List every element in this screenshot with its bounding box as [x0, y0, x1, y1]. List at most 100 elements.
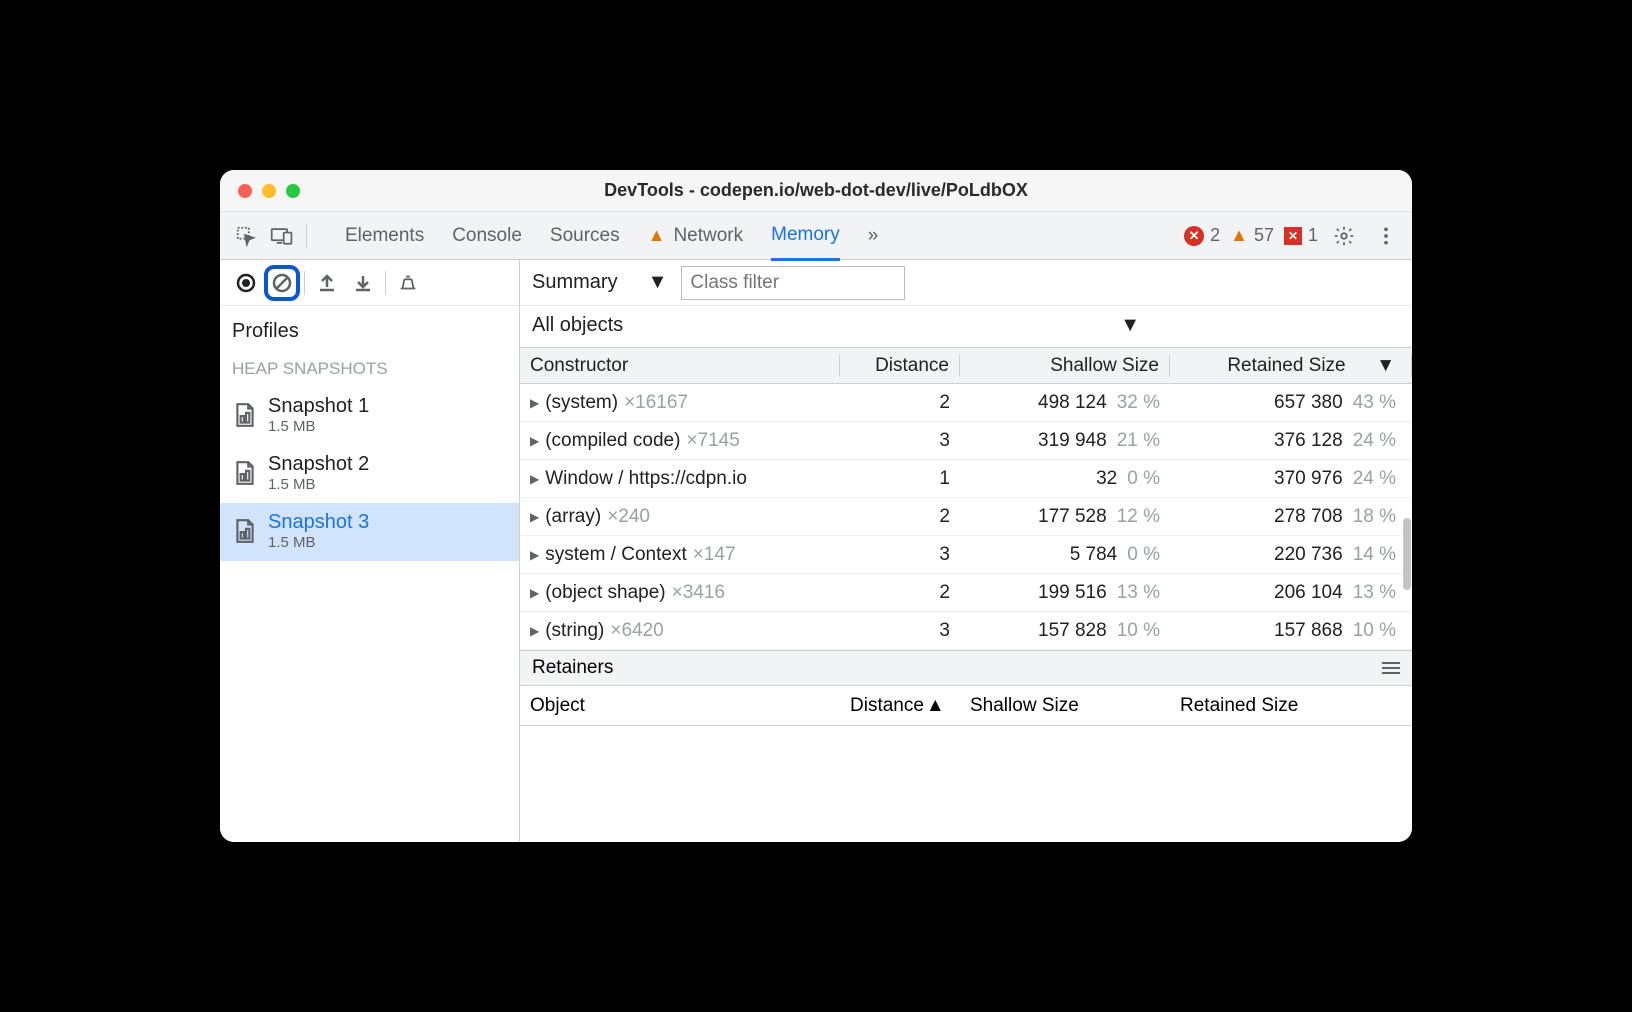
- col-object[interactable]: Object: [520, 695, 840, 717]
- view-mode-dropdown[interactable]: Summary ▼: [532, 271, 667, 294]
- maximize-window-button[interactable]: [286, 184, 300, 198]
- expand-icon[interactable]: ▶: [530, 510, 539, 524]
- table-row[interactable]: ▶ (system) ×161672498 12432 %657 38043 %: [520, 384, 1412, 422]
- view-mode-label: Summary: [532, 271, 618, 294]
- shallow-percent: 10 %: [1117, 620, 1160, 642]
- upload-profile-button[interactable]: [309, 265, 345, 301]
- shallow-percent: 12 %: [1117, 506, 1160, 528]
- tab-network[interactable]: ▲ Network: [648, 213, 744, 259]
- shallow-value: 199 516: [1038, 582, 1107, 604]
- distance-value: 2: [840, 392, 960, 414]
- class-filter-input[interactable]: [681, 266, 905, 300]
- expand-icon[interactable]: ▶: [530, 586, 539, 600]
- distance-value: 1: [840, 468, 960, 490]
- error-count-badge[interactable]: ✕ 2: [1184, 225, 1220, 246]
- table-row[interactable]: ▶ (compiled code) ×71453319 94821 %376 1…: [520, 422, 1412, 460]
- warning-count: 57: [1254, 225, 1274, 246]
- snapshot-size: 1.5 MB: [268, 418, 369, 435]
- tab-console[interactable]: Console: [452, 213, 522, 259]
- device-toolbar-icon[interactable]: [266, 220, 298, 252]
- constructor-count: ×6420: [610, 620, 663, 642]
- retained-percent: 10 %: [1353, 620, 1396, 642]
- constructor-name: (object shape): [545, 582, 665, 604]
- shallow-value: 498 124: [1038, 392, 1107, 414]
- scrollbar-thumb[interactable]: [1403, 518, 1411, 590]
- expand-icon[interactable]: ▶: [530, 548, 539, 562]
- shallow-percent: 21 %: [1117, 430, 1160, 452]
- chevron-down-icon: ▼: [648, 271, 668, 294]
- file-icon: [234, 518, 256, 544]
- table-row[interactable]: ▶ (string) ×64203157 82810 %157 86810 %: [520, 612, 1412, 650]
- more-menu-icon[interactable]: [1370, 220, 1402, 252]
- snapshot-item[interactable]: Snapshot 1 1.5 MB: [220, 387, 519, 445]
- hamburger-icon[interactable]: [1382, 661, 1400, 675]
- retained-value: 370 976: [1274, 468, 1343, 490]
- close-window-button[interactable]: [238, 184, 252, 198]
- retained-value: 220 736: [1274, 544, 1343, 566]
- tab-elements[interactable]: Elements: [345, 213, 424, 259]
- retained-value: 657 380: [1274, 392, 1343, 414]
- issues-count-badge[interactable]: ✕ 1: [1284, 225, 1318, 246]
- error-count: 2: [1210, 225, 1220, 246]
- retained-percent: 13 %: [1353, 582, 1396, 604]
- tabbar-right: ✕ 2 ▲ 57 ✕ 1: [1184, 220, 1402, 252]
- constructor-name: (string): [545, 620, 604, 642]
- table-row[interactable]: ▶ (array) ×2402177 52812 %278 70818 %: [520, 498, 1412, 536]
- inspect-element-icon[interactable]: [230, 220, 262, 252]
- expand-icon[interactable]: ▶: [530, 434, 539, 448]
- tab-sources[interactable]: Sources: [550, 213, 620, 259]
- retained-percent: 43 %: [1353, 392, 1396, 414]
- col-retained[interactable]: Retained Size ▼: [1170, 355, 1412, 377]
- retainers-table-header: Object Distance▲ Shallow Size Retained S…: [520, 686, 1412, 726]
- retainers-body: [520, 726, 1412, 842]
- expand-icon[interactable]: ▶: [530, 472, 539, 486]
- snapshot-item[interactable]: Snapshot 2 1.5 MB: [220, 445, 519, 503]
- col-distance[interactable]: Distance: [840, 355, 960, 377]
- constructor-count: ×7145: [686, 430, 739, 452]
- shallow-value: 319 948: [1038, 430, 1107, 452]
- expand-icon[interactable]: ▶: [530, 624, 539, 638]
- col-constructor[interactable]: Constructor: [520, 355, 840, 377]
- titlebar: DevTools - codepen.io/web-dot-dev/live/P…: [220, 170, 1412, 212]
- body: Profiles HEAP SNAPSHOTS Snapshot 1 1.5 M…: [220, 260, 1412, 842]
- tab-memory[interactable]: Memory: [771, 212, 840, 261]
- devtools-tabbar: Elements Console Sources ▲ Network Memor…: [220, 212, 1412, 260]
- shallow-percent: 0 %: [1127, 544, 1160, 566]
- profiles-header: Profiles: [220, 306, 519, 353]
- retained-percent: 24 %: [1353, 430, 1396, 452]
- profiles-toolbar: [220, 260, 519, 306]
- scope-dropdown[interactable]: All objects ▼: [520, 306, 1412, 347]
- col-retained[interactable]: Retained Size: [1170, 695, 1412, 717]
- retained-percent: 14 %: [1353, 544, 1396, 566]
- table-row[interactable]: ▶ Window / https://cdpn.io 1320 %370 976…: [520, 460, 1412, 498]
- col-shallow[interactable]: Shallow Size: [960, 695, 1170, 717]
- file-icon: [234, 402, 256, 428]
- constructor-name: (compiled code): [545, 430, 680, 452]
- warning-count-badge[interactable]: ▲ 57: [1230, 225, 1274, 246]
- record-button[interactable]: [228, 265, 264, 301]
- download-profile-button[interactable]: [345, 265, 381, 301]
- constructor-count: ×147: [693, 544, 736, 566]
- table-row[interactable]: ▶ system / Context ×14735 7840 %220 7361…: [520, 536, 1412, 574]
- table-row[interactable]: ▶ (object shape) ×34162199 51613 %206 10…: [520, 574, 1412, 612]
- retained-value: 278 708: [1274, 506, 1343, 528]
- expand-icon[interactable]: ▶: [530, 396, 539, 410]
- shallow-value: 177 528: [1038, 506, 1107, 528]
- snapshot-name: Snapshot 1: [268, 395, 369, 418]
- retainers-header[interactable]: Retainers: [520, 650, 1412, 686]
- col-shallow[interactable]: Shallow Size: [960, 355, 1170, 377]
- separator: [385, 271, 386, 295]
- settings-icon[interactable]: [1328, 220, 1360, 252]
- distance-value: 3: [840, 544, 960, 566]
- retainers-label: Retainers: [532, 657, 613, 679]
- distance-value: 3: [840, 430, 960, 452]
- constructor-count: ×3416: [672, 582, 725, 604]
- clear-profiles-button[interactable]: [264, 265, 300, 301]
- issues-icon: ✕: [1284, 227, 1302, 245]
- snapshot-size: 1.5 MB: [268, 476, 369, 493]
- tab-overflow[interactable]: »: [868, 213, 879, 259]
- collect-garbage-button[interactable]: [390, 265, 426, 301]
- minimize-window-button[interactable]: [262, 184, 276, 198]
- col-distance[interactable]: Distance▲: [840, 695, 960, 717]
- snapshot-item[interactable]: Snapshot 3 1.5 MB: [220, 503, 519, 561]
